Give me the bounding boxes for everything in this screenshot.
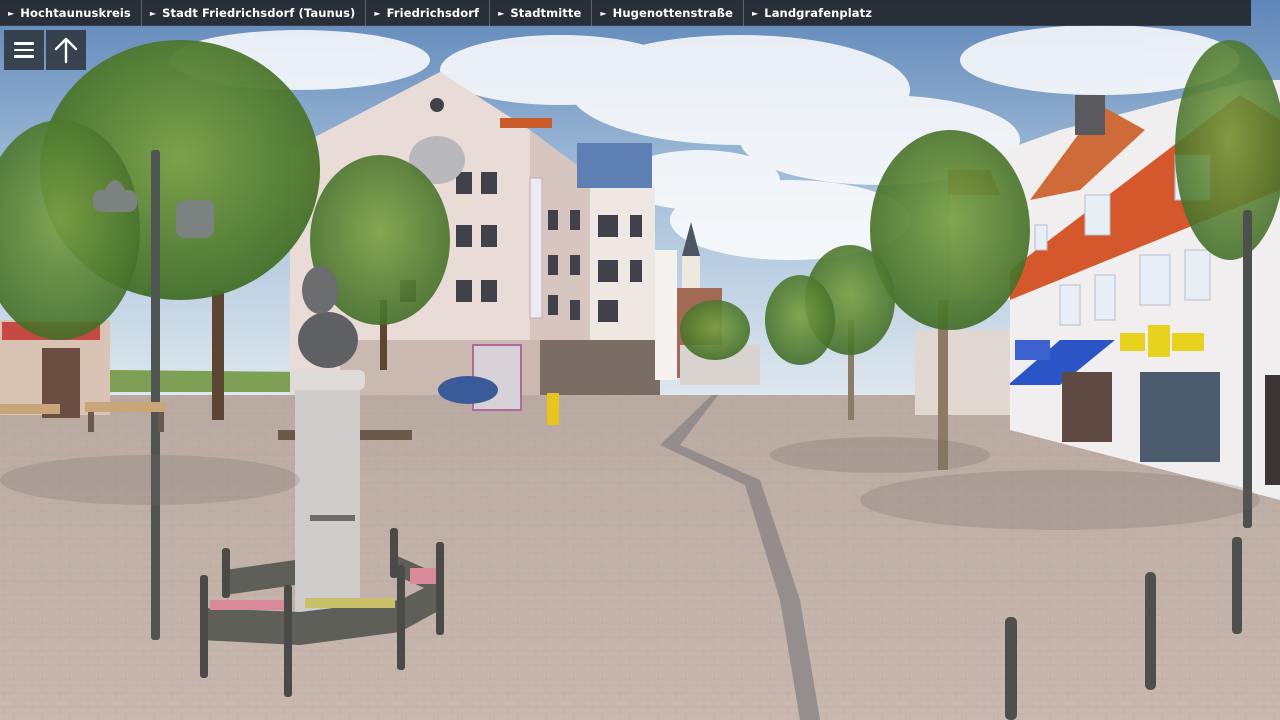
play-arrow-icon: ► [374,8,381,18]
grass-patch [110,370,310,392]
breadcrumb-label: Landgrafenplatz [764,6,873,20]
postbox [547,393,559,425]
north-arrow-button[interactable] [46,30,86,70]
street-panorama-view[interactable] [0,0,1280,720]
parked-car [438,376,498,404]
breadcrumb-label: Stadtmitte [510,6,582,20]
breadcrumb-label: Hugenottenstraße [612,6,733,20]
breadcrumb-label: Hochtaunuskreis [20,6,131,20]
breadcrumb: ► Hochtaunuskreis ► Stadt Friedrichsdorf… [0,0,1251,26]
breadcrumb-item-landgrafenplatz[interactable]: ► Landgrafenplatz [744,0,882,26]
arrow-up-icon [54,37,78,64]
menu-button[interactable] [4,30,44,70]
play-arrow-icon: ► [498,8,505,18]
breadcrumb-item-stadt-friedrichsdorf[interactable]: ► Stadt Friedrichsdorf (Taunus) [142,0,367,26]
breadcrumb-label: Friedrichsdorf [386,6,480,20]
play-arrow-icon: ► [600,8,607,18]
play-arrow-icon: ► [752,8,759,18]
breadcrumb-item-friedrichsdorf[interactable]: ► Friedrichsdorf [366,0,491,26]
breadcrumb-item-hochtaunuskreis[interactable]: ► Hochtaunuskreis [0,0,142,26]
hamburger-menu-icon [14,42,34,58]
breadcrumb-item-hugenottenstrasse[interactable]: ► Hugenottenstraße [592,0,744,26]
breadcrumb-item-stadtmitte[interactable]: ► Stadtmitte [490,0,593,26]
play-arrow-icon: ► [8,8,15,18]
breadcrumb-label: Stadt Friedrichsdorf (Taunus) [162,6,356,20]
play-arrow-icon: ► [149,8,157,18]
